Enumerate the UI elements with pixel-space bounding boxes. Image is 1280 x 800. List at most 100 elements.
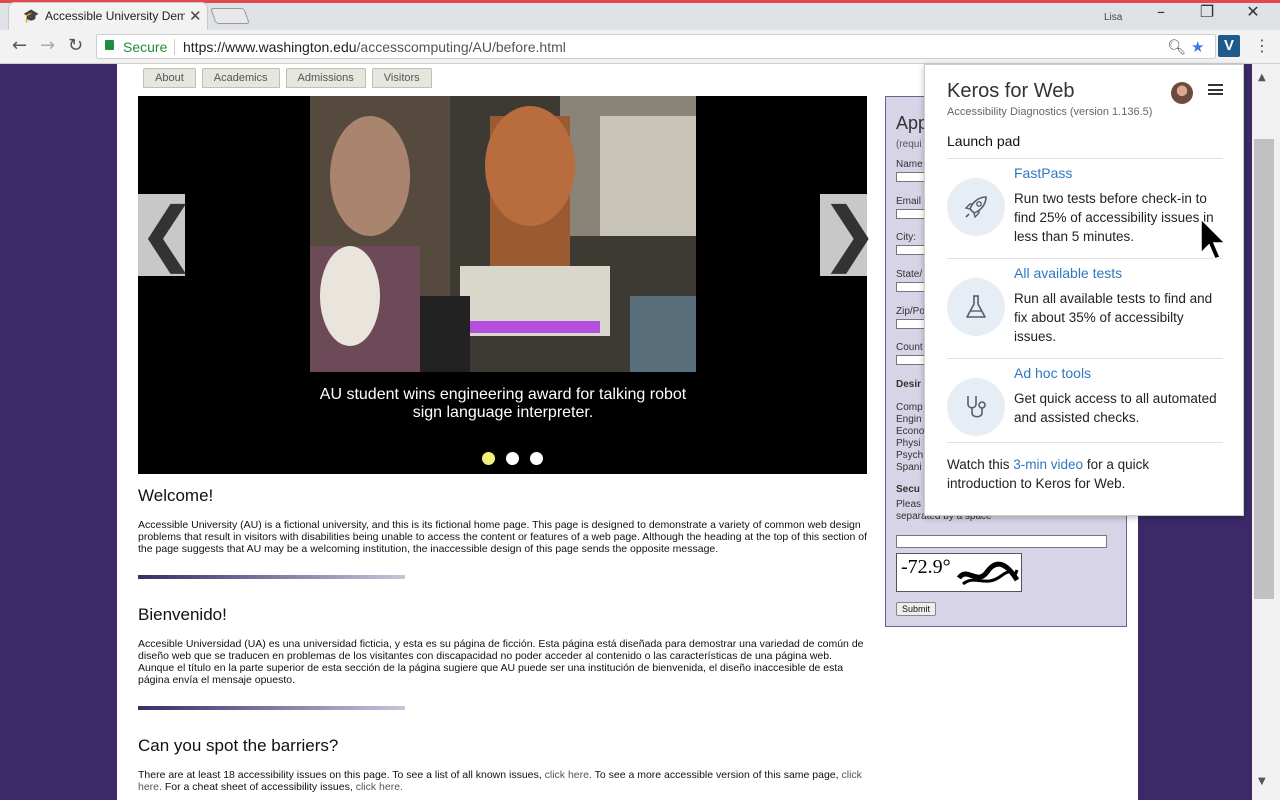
scrollbar-thumb[interactable] [1254,139,1274,599]
major-option[interactable]: Psych [896,450,924,462]
fastpass-description: Run two tests before check-in to find 25… [1014,191,1214,244]
major-option[interactable]: Spani [896,462,924,474]
scroll-up-icon[interactable]: ▲ [1258,72,1266,83]
bienvenido-heading: Bienvenido! [138,605,227,624]
ad-hoc-tools-description: Get quick access to all automated and as… [1014,391,1217,425]
launch-pad-heading: Launch pad [947,133,1021,149]
fastpass-link[interactable]: FastPass [1014,165,1072,181]
fastpass-item[interactable]: FastPass Run two tests before check-in t… [947,165,1223,260]
window-close-icon[interactable]: ✕ [1230,2,1276,21]
carousel-dot-2[interactable] [506,452,519,465]
url-path: /accesscomputing/AU/before.html [356,39,566,55]
site-nav: About Academics Admissions Visitors [143,68,438,88]
state-label: State/ [896,269,923,280]
welcome-text: Accessible University (AU) is a fictiona… [138,519,868,555]
video-link[interactable]: 3-min video [1013,457,1083,472]
name-label: Name [896,159,923,170]
all-tests-description: Run all available tests to find and fix … [1014,291,1213,344]
captcha-input[interactable] [896,535,1107,548]
major-option[interactable]: Comp [896,402,924,414]
restore-icon[interactable]: ❐ [1184,2,1230,21]
browser-toolbar: ← → ↻ Secure https://www.washington.edu/… [0,30,1280,64]
zoom-icon[interactable]: 🔍︎ [1167,38,1186,56]
nav-tab-academics[interactable]: Academics [201,68,280,88]
popup-title: Keros for Web [947,80,1075,102]
divider [947,158,1223,159]
security-label: Secu [896,484,920,495]
bookmark-star-icon[interactable]: ★ [1191,38,1204,56]
carousel-indicators [482,452,554,470]
captcha-distorted-word [957,561,1019,586]
minimize-icon[interactable]: – [1138,2,1184,21]
forward-arrow-icon[interactable]: → [40,35,55,56]
zip-label: Zip/Po [896,306,925,317]
lock-icon [105,40,114,50]
new-tab-button[interactable] [210,8,250,24]
major-option[interactable]: Engin [896,414,924,426]
avatar[interactable] [1171,82,1193,104]
browser-menu-icon[interactable]: ⋮ [1254,36,1270,55]
watch-prefix: Watch this [947,457,1014,472]
rocket-icon [947,178,1005,236]
barriers-text: There are at least 18 accessibility issu… [138,769,868,793]
keros-extension-icon[interactable]: V [1218,35,1240,57]
scroll-down-icon[interactable]: ▼ [1258,776,1266,787]
section-divider [138,575,405,579]
major-option[interactable]: Econo [896,426,924,438]
back-arrow-icon[interactable]: ← [12,35,27,56]
section-divider [138,706,405,710]
tab-close-icon[interactable]: ✕ [189,7,202,25]
url-text[interactable]: https://www.washington.edu/accesscomputi… [183,39,566,55]
submit-button[interactable]: Submit [896,602,937,616]
url-domain: https://www.washington.edu [183,39,357,55]
ad-hoc-tools-link[interactable]: Ad hoc tools [1014,365,1091,381]
all-tests-link[interactable]: All available tests [1014,265,1122,281]
carousel-dot-3[interactable] [530,452,543,465]
barriers-heading: Can you spot the barriers? [138,736,339,755]
tab-strip: 🎓 Accessible University Dem ✕ Lisa – ❐ ✕ [0,0,1280,30]
carousel-photo [310,96,696,372]
city-label: City: [896,232,916,243]
carousel-caption: AU student wins engineering award for ta… [319,386,687,421]
ad-hoc-tools-item[interactable]: Ad hoc tools Get quick access to all aut… [947,365,1223,460]
welcome-heading: Welcome! [138,486,214,505]
major-option[interactable]: Physi [896,438,924,450]
captcha-image: -72.9° [896,553,1022,592]
mouse-cursor-icon [1200,218,1226,260]
nav-tab-about[interactable]: About [143,68,196,88]
barriers-text-2: To see a more accessible version of this… [591,769,842,781]
divider [947,358,1223,359]
required-note: (requi [896,139,922,150]
profile-name[interactable]: Lisa [1104,12,1122,23]
image-carousel: ❮ ❯ AU student wins engineering award fo… [138,96,879,474]
keros-popup: Keros for Web Accessibility Diagnostics … [924,64,1244,516]
browser-tab[interactable]: 🎓 Accessible University Dem ✕ [8,2,208,30]
flask-icon [947,278,1005,336]
robot-photo-image [310,96,696,372]
barriers-text-1: There are at least 18 accessibility issu… [138,769,545,781]
reload-icon[interactable]: ↻ [68,35,83,56]
hamburger-menu-icon[interactable] [1208,84,1223,95]
barriers-text-3: For a cheat sheet of accessibility issue… [161,781,356,793]
nav-tab-admissions[interactable]: Admissions [285,68,366,88]
graduation-cap-icon: 🎓 [23,9,40,24]
carousel-next-button[interactable]: ❯ [820,194,879,276]
desired-major-label: Desir [896,379,922,390]
all-tests-item[interactable]: All available tests Run all available te… [947,265,1223,360]
email-label: Email [896,196,922,207]
cheat-sheet-link[interactable]: click here. [356,781,403,793]
known-issues-link[interactable]: click here. [545,769,592,781]
carousel-dot-1[interactable] [482,452,495,465]
carousel-prev-button[interactable]: ❮ [138,194,197,276]
page-scrollbar[interactable]: ▲ ▼ [1252,64,1280,800]
address-bar[interactable]: Secure https://www.washington.edu/access… [96,34,1216,59]
popup-version: Accessibility Diagnostics (version 1.136… [947,106,1153,118]
tab-title: Accessible University Dem [45,9,185,23]
address-separator [174,39,175,55]
bienvenido-text: Accesible Universidad (UA) es una univer… [138,638,864,686]
captcha-number: -72.9° [901,556,951,578]
major-options: Comp Engin Econo Physi Psych Spani [896,402,924,474]
divider [947,442,1223,443]
nav-tab-visitors[interactable]: Visitors [371,68,432,88]
country-label: Count [896,342,923,353]
